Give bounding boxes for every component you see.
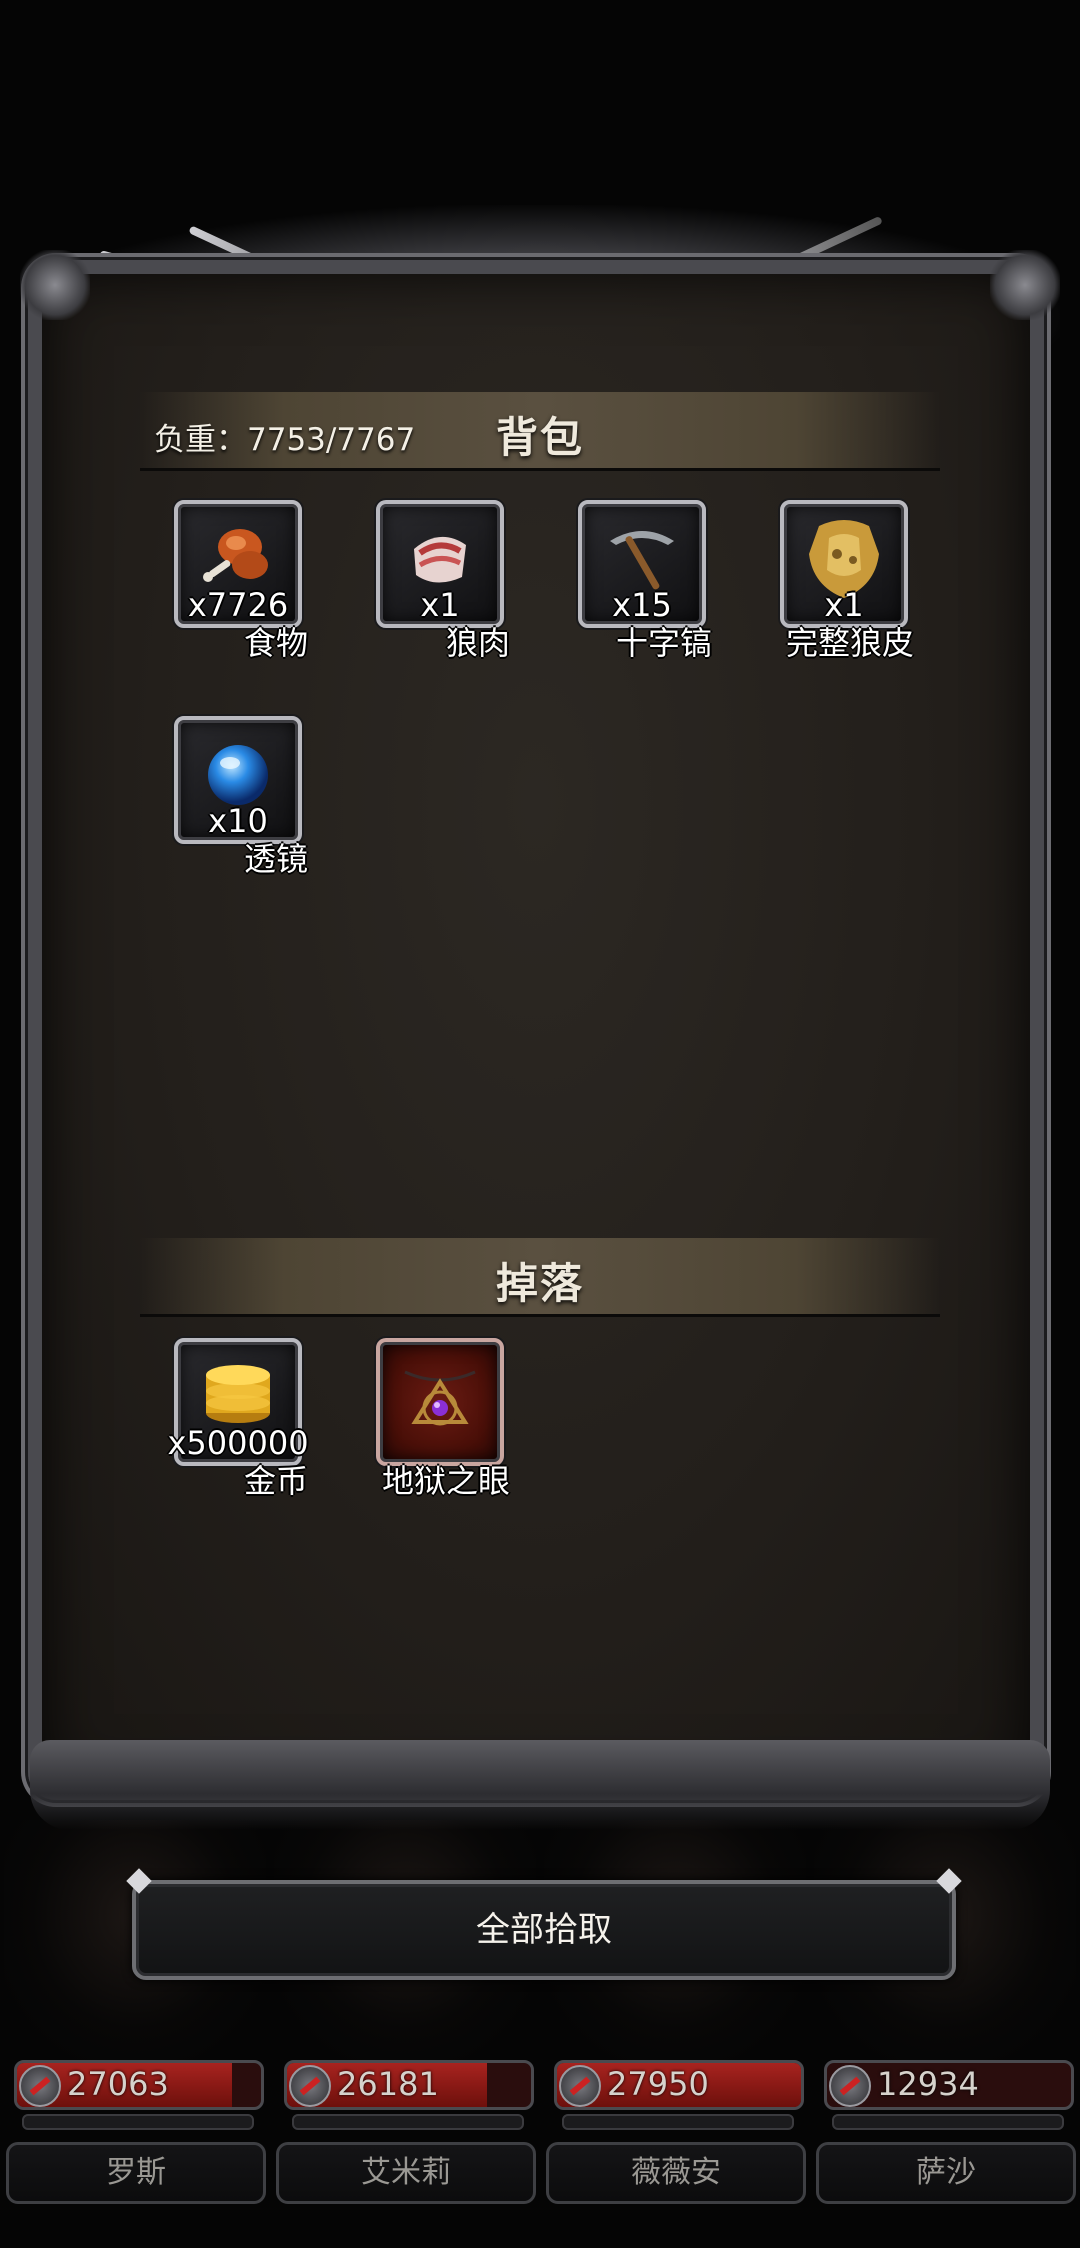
item-slot-frame[interactable]: x10 [174, 716, 302, 844]
item-name: 十字镐 [615, 624, 712, 662]
hp-value: 27950 [607, 2065, 709, 2103]
hp-value: 26181 [337, 2065, 439, 2103]
item-quantity: x10 [208, 802, 268, 840]
inventory-panel [28, 260, 1044, 1800]
drop-slot-gold[interactable]: x500000 金币 [167, 1338, 309, 1502]
item-quantity: x7726 [187, 586, 289, 624]
mp-bar [562, 2114, 794, 2130]
hero-name: 萨沙 [816, 2142, 1076, 2204]
item-slot-frame[interactable] [376, 1338, 504, 1466]
hero-name: 罗斯 [6, 2142, 266, 2204]
bag-slot-food[interactable]: x7726 食物 [168, 500, 308, 664]
item-quantity: x500000 [167, 1424, 309, 1462]
item-slot-frame[interactable]: x15 [578, 500, 706, 628]
bag-slot-pickaxe[interactable]: x15 十字镐 [572, 500, 712, 664]
frame-bottom-ornament [30, 1740, 1050, 1830]
hero-name: 艾米莉 [276, 2142, 536, 2204]
hp-bar: 27950 [554, 2060, 804, 2110]
shield-icon [829, 2065, 871, 2107]
bag-slot-wolf-meat[interactable]: x1 狼肉 [370, 500, 510, 664]
item-quantity: x1 [420, 586, 460, 624]
hp-bar: 26181 [284, 2060, 534, 2110]
item-name: 食物 [243, 624, 308, 662]
hero-name: 薇薇安 [546, 2142, 806, 2204]
bag-title: 背包 [495, 413, 584, 462]
frame-corner-ornament [20, 250, 90, 320]
frame-corner-ornament [990, 250, 1060, 320]
mp-bar [22, 2114, 254, 2130]
pick-all-label: 全部拾取 [476, 1910, 612, 1950]
item-slot-frame[interactable]: x7726 [174, 500, 302, 628]
hp-bar: 27063 [14, 2060, 264, 2110]
item-name: 地狱之眼 [381, 1462, 510, 1500]
bag-slot-lens[interactable]: x10 透镜 [168, 716, 308, 880]
item-quantity: x15 [612, 586, 672, 624]
item-slot-frame[interactable]: x500000 [167, 1338, 309, 1466]
hell-eye-amulet-icon [404, 1370, 476, 1426]
item-name: 金币 [243, 1462, 308, 1500]
shield-icon [289, 2065, 331, 2107]
shield-icon [559, 2065, 601, 2107]
drop-header: 掉落 [140, 1238, 940, 1317]
mp-bar [832, 2114, 1064, 2130]
item-name: 透镜 [243, 840, 308, 878]
item-name: 狼肉 [445, 624, 510, 662]
bag-header: 负重：7753/7767 背包 [140, 392, 940, 471]
bag-slot-wolf-pelt[interactable]: x1 完整狼皮 [774, 500, 914, 664]
mp-bar [292, 2114, 524, 2130]
pick-all-button[interactable]: 全部拾取 [126, 1868, 962, 1980]
item-slot-frame[interactable]: x1 [376, 500, 504, 628]
item-quantity: x1 [824, 586, 864, 624]
item-slot-frame[interactable]: x1 [780, 500, 908, 628]
drop-slot-hell-eye[interactable]: 地狱之眼 [370, 1338, 510, 1502]
hp-value: 12934 [877, 2065, 979, 2103]
hp-bar: 12934 [824, 2060, 1074, 2110]
shield-icon [19, 2065, 61, 2107]
hp-value: 27063 [67, 2065, 169, 2103]
drop-title: 掉落 [495, 1259, 584, 1308]
item-name: 完整狼皮 [785, 624, 914, 662]
